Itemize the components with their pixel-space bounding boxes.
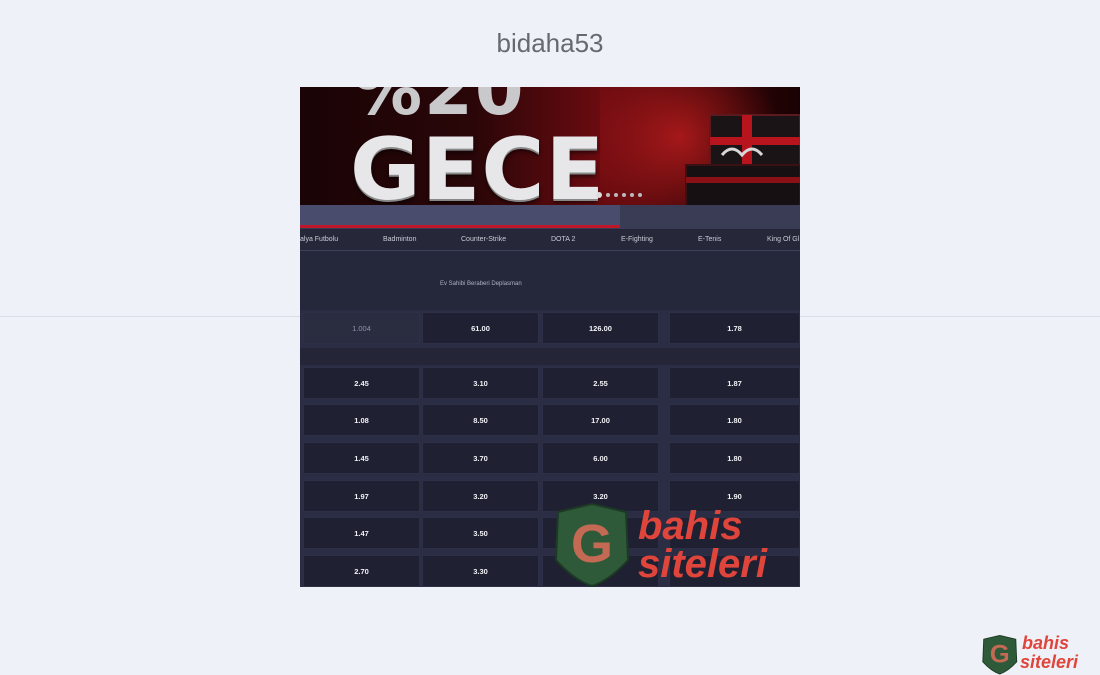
- carousel-dot[interactable]: [606, 193, 610, 197]
- odds-cell[interactable]: 17.00: [542, 404, 659, 436]
- odds-cell[interactable]: 1.87: [669, 367, 800, 399]
- carousel-dot[interactable]: [614, 193, 618, 197]
- odds-cell[interactable]: 3.50: [422, 517, 539, 549]
- banner-main-text: GECE: [350, 120, 606, 205]
- sport-tab[interactable]: Counter-Strike: [461, 236, 506, 243]
- sport-tab[interactable]: Badminton: [383, 236, 416, 243]
- page-title: bidaha53: [496, 28, 604, 58]
- odds-cell[interactable]: 3.20: [422, 480, 539, 512]
- odds-cell[interactable]: 1.80: [669, 404, 800, 436]
- screenshot-image: %20 GECE alya Futbolu Badminton Counter-St…: [300, 87, 800, 587]
- odds-cell[interactable]: 126.00: [542, 312, 659, 344]
- sport-tab[interactable]: DOTA 2: [551, 236, 575, 243]
- sport-tab[interactable]: alya Futbolu: [300, 236, 338, 243]
- odds-row: 1.08 8.50 17.00 1.80: [300, 404, 800, 438]
- watermark-line2: siteleri: [638, 542, 767, 586]
- odds-cell[interactable]: 1.78: [669, 312, 800, 344]
- carousel-dots: [596, 191, 642, 199]
- watermark-logo: G bahis siteleri: [550, 502, 800, 587]
- odds-cell[interactable]: 2.70: [303, 555, 420, 587]
- banner-progress: [300, 205, 800, 229]
- sport-category-tabs: alya Futbolu Badminton Counter-Strike DOTA …: [300, 230, 800, 251]
- shield-logo-icon: G: [554, 502, 630, 587]
- gift-box-icon: [685, 114, 800, 205]
- watermark-line1: bahis: [638, 504, 743, 548]
- odds-row: 1.004 61.00 126.00 1.78: [300, 312, 800, 346]
- odds-cell[interactable]: 1.08: [303, 404, 420, 436]
- carousel-dot[interactable]: [638, 193, 642, 197]
- market-header-area: Ev Sahibi Beraberi Deplasman: [300, 251, 800, 311]
- carousel-dot[interactable]: [596, 192, 602, 198]
- odds-cell[interactable]: 1.80: [669, 442, 800, 474]
- odds-cell[interactable]: 3.70: [422, 442, 539, 474]
- corner-logo-line1: bahis: [1022, 633, 1070, 653]
- odds-cell[interactable]: 3.10: [422, 367, 539, 399]
- carousel-dot[interactable]: [622, 193, 626, 197]
- odds-cell[interactable]: 2.55: [542, 367, 659, 399]
- banner-progress-accent: [300, 225, 620, 228]
- odds-cell[interactable]: 1.45: [303, 442, 420, 474]
- corner-logo-line2: siteleri: [1020, 652, 1079, 672]
- corner-logo-letter: G: [990, 641, 1010, 669]
- odds-cell[interactable]: 1.97: [303, 480, 420, 512]
- corner-shield-icon: G: [982, 634, 1018, 675]
- odds-cell[interactable]: 2.45: [303, 367, 420, 399]
- corner-logo[interactable]: G bahis siteleri: [980, 634, 1100, 675]
- odds-cell[interactable]: 1.004: [303, 312, 420, 344]
- sport-tab[interactable]: E-Fighting: [621, 236, 653, 243]
- odds-cell[interactable]: 61.00: [422, 312, 539, 344]
- odds-cell[interactable]: 8.50: [422, 404, 539, 436]
- odds-cell[interactable]: 3.30: [422, 555, 539, 587]
- odds-cell[interactable]: 1.47: [303, 517, 420, 549]
- carousel-dot[interactable]: [630, 193, 634, 197]
- promo-banner[interactable]: %20 GECE: [300, 87, 800, 205]
- logo-letter: G: [571, 514, 613, 574]
- odds-cell[interactable]: 6.00: [542, 442, 659, 474]
- sport-tab[interactable]: King Of Gl: [767, 236, 799, 243]
- sport-tab[interactable]: E-Tenis: [698, 236, 721, 243]
- banner-progress-fill: [300, 205, 620, 225]
- odds-row: 1.45 3.70 6.00 1.80: [300, 442, 800, 476]
- market-header-label: Ev Sahibi Beraberi Deplasman: [440, 281, 522, 287]
- odds-row: 2.45 3.10 2.55 1.87: [300, 367, 800, 401]
